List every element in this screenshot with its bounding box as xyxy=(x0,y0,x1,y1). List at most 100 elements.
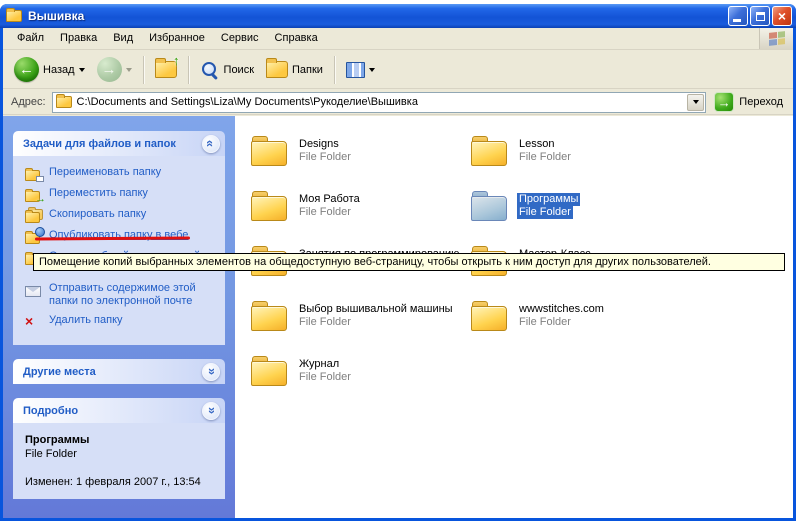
file-name: Программы xyxy=(517,193,580,206)
folder-icon xyxy=(251,356,289,387)
views-button[interactable] xyxy=(341,59,380,81)
address-dropdown-button[interactable] xyxy=(687,94,704,111)
file-name: Моя Работа xyxy=(297,193,362,206)
up-arrow-icon: ↑ xyxy=(173,53,180,68)
folders-label: Папки xyxy=(292,64,323,76)
folder-icon xyxy=(251,191,289,222)
details-body: Программы File Folder Изменен: 1 февраля… xyxy=(13,423,225,499)
task-pane: Задачи для файлов и папок Переименовать … xyxy=(3,116,235,518)
menu-help[interactable]: Справка xyxy=(267,28,326,49)
file-tasks-body: Переименовать папку → Переместить папку … xyxy=(13,156,225,345)
file-item-lesson[interactable]: LessonFile Folder xyxy=(471,136,573,167)
title-bar[interactable]: Вышивка × xyxy=(0,4,796,28)
task-copy-folder[interactable]: Скопировать папку xyxy=(25,208,219,223)
up-folder-icon: ↑ xyxy=(155,61,177,78)
file-name: Designs xyxy=(297,138,341,151)
file-item-designs[interactable]: DesignsFile Folder xyxy=(251,136,353,167)
views-icon xyxy=(346,62,365,78)
toolbar: ← Назад → ↑ Поиск Папки xyxy=(3,51,793,89)
main-area: Задачи для файлов и папок Переименовать … xyxy=(3,116,793,518)
minimize-button[interactable] xyxy=(728,6,748,26)
file-name: Выбор вышивальной машины xyxy=(297,303,455,316)
toolbar-separator xyxy=(188,56,189,84)
details-folder-name: Программы xyxy=(25,433,219,447)
back-dropdown-icon[interactable] xyxy=(79,68,85,72)
maximize-icon xyxy=(756,12,765,21)
window-title: Вышивка xyxy=(28,9,728,23)
menu-favorites[interactable]: Избранное xyxy=(141,28,213,49)
toolbar-separator xyxy=(143,56,144,84)
file-name: Журнал xyxy=(297,358,341,371)
address-input[interactable]: C:\Documents and Settings\Liza\My Docume… xyxy=(52,92,707,113)
file-type: File Folder xyxy=(297,206,353,219)
minimize-icon xyxy=(733,19,741,22)
other-places-title: Другие места xyxy=(23,366,96,378)
window-client-area: Файл Правка Вид Избранное Сервис Справка… xyxy=(3,28,793,518)
task-rename-folder[interactable]: Переименовать папку xyxy=(25,166,219,181)
file-type: File Folder xyxy=(517,206,573,219)
file-item-wwwstitches[interactable]: wwwstitches.comFile Folder xyxy=(471,301,606,332)
file-type: File Folder xyxy=(297,151,353,164)
move-folder-icon: → xyxy=(25,188,42,202)
file-item-vybor-mashiny[interactable]: Выбор вышивальной машиныFile Folder xyxy=(251,301,455,332)
file-item-zhurnal[interactable]: ЖурналFile Folder xyxy=(251,356,353,387)
task-email-folder[interactable]: Отправить содержимое этой папки по элект… xyxy=(25,282,219,308)
address-folder-icon xyxy=(56,96,72,108)
file-item-programmy-selected[interactable]: ПрограммыFile Folder xyxy=(471,191,580,222)
expand-chevron-icon[interactable] xyxy=(202,402,220,420)
chevron-down-icon xyxy=(693,100,699,104)
file-tasks-title: Задачи для файлов и папок xyxy=(23,138,176,150)
email-folder-icon xyxy=(25,283,42,297)
rename-folder-icon xyxy=(25,167,42,181)
details-header[interactable]: Подробно xyxy=(13,398,225,423)
file-tasks-header[interactable]: Задачи для файлов и папок xyxy=(13,131,225,156)
file-list: DesignsFile Folder LessonFile Folder Моя… xyxy=(235,116,793,518)
menu-view[interactable]: Вид xyxy=(105,28,141,49)
address-path: C:\Documents and Settings\Liza\My Docume… xyxy=(77,96,418,108)
folders-icon xyxy=(266,61,288,78)
file-type: File Folder xyxy=(297,371,353,384)
task-move-folder[interactable]: → Переместить папку xyxy=(25,187,219,202)
forward-button[interactable]: → xyxy=(92,54,137,85)
file-item-moya-rabota[interactable]: Моя РаботаFile Folder xyxy=(251,191,362,222)
collapse-chevron-icon[interactable] xyxy=(202,135,220,153)
copy-folder-icon xyxy=(25,209,42,223)
folder-icon xyxy=(251,136,289,167)
forward-dropdown-icon xyxy=(126,68,132,72)
folder-icon xyxy=(471,136,509,167)
file-type: File Folder xyxy=(517,151,573,164)
search-icon xyxy=(200,60,220,80)
other-places-section: Другие места xyxy=(13,359,225,384)
windows-logo xyxy=(759,28,793,49)
expand-chevron-icon[interactable] xyxy=(202,363,220,381)
file-name: wwwstitches.com xyxy=(517,303,606,316)
maximize-button[interactable] xyxy=(750,6,770,26)
go-arrow-icon: → xyxy=(714,92,734,112)
folder-icon xyxy=(251,301,289,332)
address-bar: Адрес: C:\Documents and Settings\Liza\My… xyxy=(3,90,793,115)
folder-icon-selected xyxy=(471,191,509,222)
details-title: Подробно xyxy=(23,405,78,417)
task-delete-folder[interactable]: × Удалить папку xyxy=(25,314,219,329)
go-button[interactable]: → Переход xyxy=(706,92,791,112)
menu-tools[interactable]: Сервис xyxy=(213,28,267,49)
close-button[interactable]: × xyxy=(772,6,792,26)
back-icon: ← xyxy=(14,57,39,82)
other-places-header[interactable]: Другие места xyxy=(13,359,225,384)
publish-tooltip: Помещение копий выбранных элементов на о… xyxy=(33,253,785,271)
search-button[interactable]: Поиск xyxy=(195,57,259,83)
forward-icon: → xyxy=(97,57,122,82)
back-button[interactable]: ← Назад xyxy=(9,54,90,85)
windows-flag-icon xyxy=(769,31,785,46)
file-name: Lesson xyxy=(517,138,556,151)
details-modified: Изменен: 1 февраля 2007 г., 13:54 xyxy=(25,475,219,489)
folder-icon xyxy=(471,301,509,332)
menu-edit[interactable]: Правка xyxy=(52,28,105,49)
views-dropdown-icon xyxy=(369,68,375,72)
file-type: File Folder xyxy=(517,316,573,329)
up-button[interactable]: ↑ xyxy=(150,58,182,81)
go-label: Переход xyxy=(739,96,783,108)
menu-file[interactable]: Файл xyxy=(9,28,52,49)
folders-button[interactable]: Папки xyxy=(261,58,328,81)
toolbar-separator xyxy=(334,56,335,84)
